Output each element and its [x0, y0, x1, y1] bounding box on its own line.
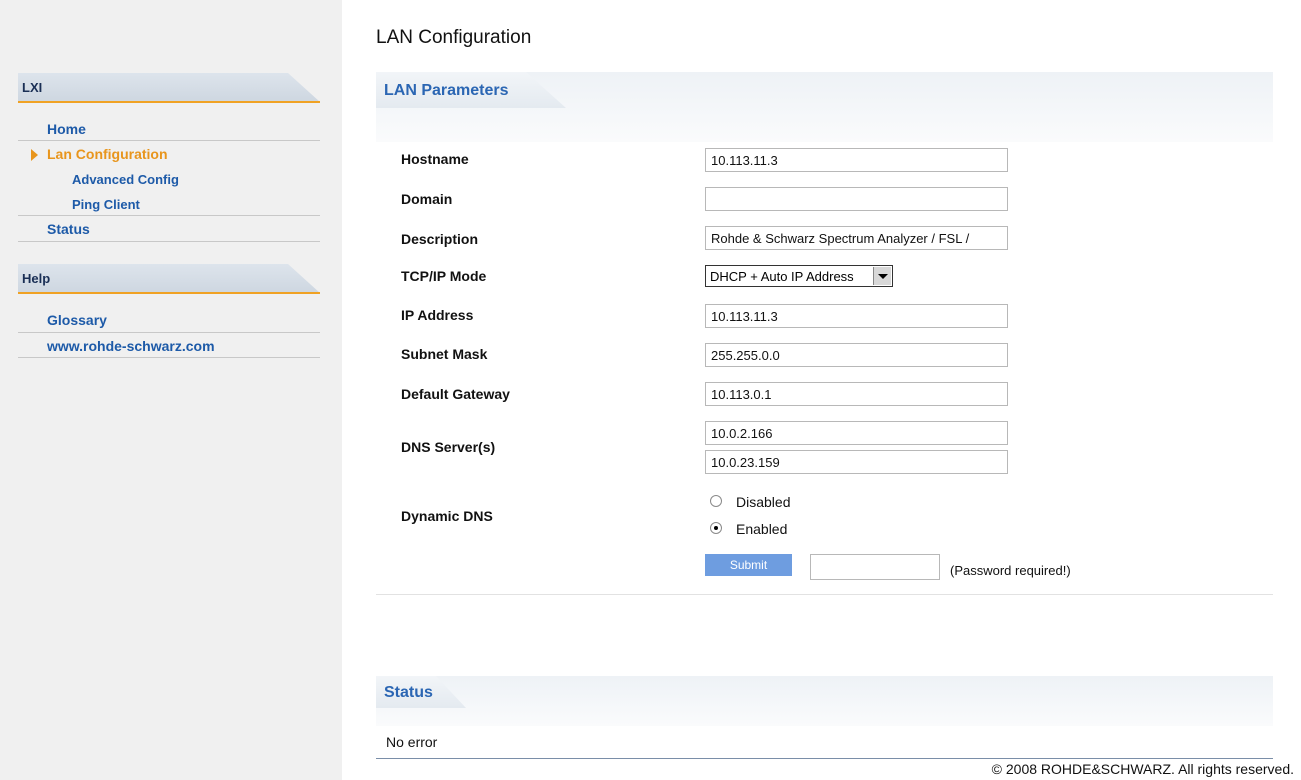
description-field[interactable] — [705, 226, 1008, 250]
chevron-down-icon[interactable] — [873, 267, 891, 285]
sidebar: LXI Home Lan Configuration Advanced Conf… — [0, 0, 342, 780]
sidebar-item-glossary[interactable]: Glossary — [47, 312, 107, 328]
status-divider — [376, 758, 1273, 759]
status-tab-label: Status — [384, 684, 433, 701]
default-gateway-field[interactable] — [705, 382, 1008, 406]
divider — [18, 332, 320, 333]
sidebar-item-status[interactable]: Status — [47, 221, 90, 237]
dynamic-dns-disabled-radio[interactable] — [710, 495, 722, 507]
divider — [18, 140, 320, 141]
divider — [18, 215, 320, 216]
dynamic-dns-enabled-radio[interactable] — [710, 522, 722, 534]
sidebar-item-advanced-config[interactable]: Advanced Config — [72, 172, 179, 187]
tcpip-mode-selected-value: DHCP + Auto IP Address — [710, 269, 854, 284]
subnet-mask-field[interactable] — [705, 343, 1008, 367]
active-arrow-icon — [31, 149, 38, 161]
password-note: (Password required!) — [950, 563, 1071, 578]
divider — [18, 357, 320, 358]
help-section-header: Help — [18, 264, 320, 294]
hostname-field[interactable] — [705, 148, 1008, 172]
tcpip-mode-label: TCP/IP Mode — [401, 268, 487, 284]
subnet-mask-label: Subnet Mask — [401, 346, 488, 362]
page-title: LAN Configuration — [376, 27, 532, 48]
submit-button[interactable]: Submit — [705, 554, 792, 576]
default-gateway-label: Default Gateway — [401, 386, 510, 402]
password-field[interactable] — [810, 554, 940, 580]
ip-address-label: IP Address — [401, 307, 474, 323]
sidebar-item-website[interactable]: www.rohde-schwarz.com — [47, 338, 215, 354]
dns-secondary-field[interactable] — [705, 450, 1008, 474]
section-divider — [376, 594, 1273, 595]
status-header-strip — [376, 676, 1273, 726]
sidebar-item-home[interactable]: Home — [47, 121, 86, 137]
divider — [18, 241, 320, 242]
domain-label: Domain — [401, 191, 453, 207]
help-header-label: Help — [22, 271, 51, 286]
lan-parameters-tab: LAN Parameters — [376, 72, 566, 108]
description-label: Description — [401, 231, 479, 247]
dns-primary-field[interactable] — [705, 421, 1008, 445]
status-tab: Status — [376, 676, 466, 708]
tcpip-mode-select[interactable]: DHCP + Auto IP Address — [705, 265, 893, 287]
lan-parameters-tab-label: LAN Parameters — [384, 82, 509, 99]
sidebar-item-lan-configuration[interactable]: Lan Configuration — [47, 146, 168, 162]
lxi-header-label: LXI — [22, 80, 43, 95]
ip-address-field[interactable] — [705, 304, 1008, 328]
sidebar-item-ping-client[interactable]: Ping Client — [72, 197, 140, 212]
domain-field[interactable] — [705, 187, 1008, 211]
copyright: © 2008 ROHDE&SCHWARZ. All rights reserve… — [991, 761, 1294, 777]
dns-servers-label: DNS Server(s) — [401, 439, 496, 455]
dynamic-dns-label: Dynamic DNS — [401, 508, 493, 524]
hostname-label: Hostname — [401, 151, 469, 167]
dynamic-dns-enabled-label: Enabled — [736, 521, 788, 537]
dynamic-dns-disabled-label: Disabled — [736, 494, 791, 510]
status-message: No error — [386, 734, 438, 750]
lxi-section-header: LXI — [18, 73, 320, 103]
